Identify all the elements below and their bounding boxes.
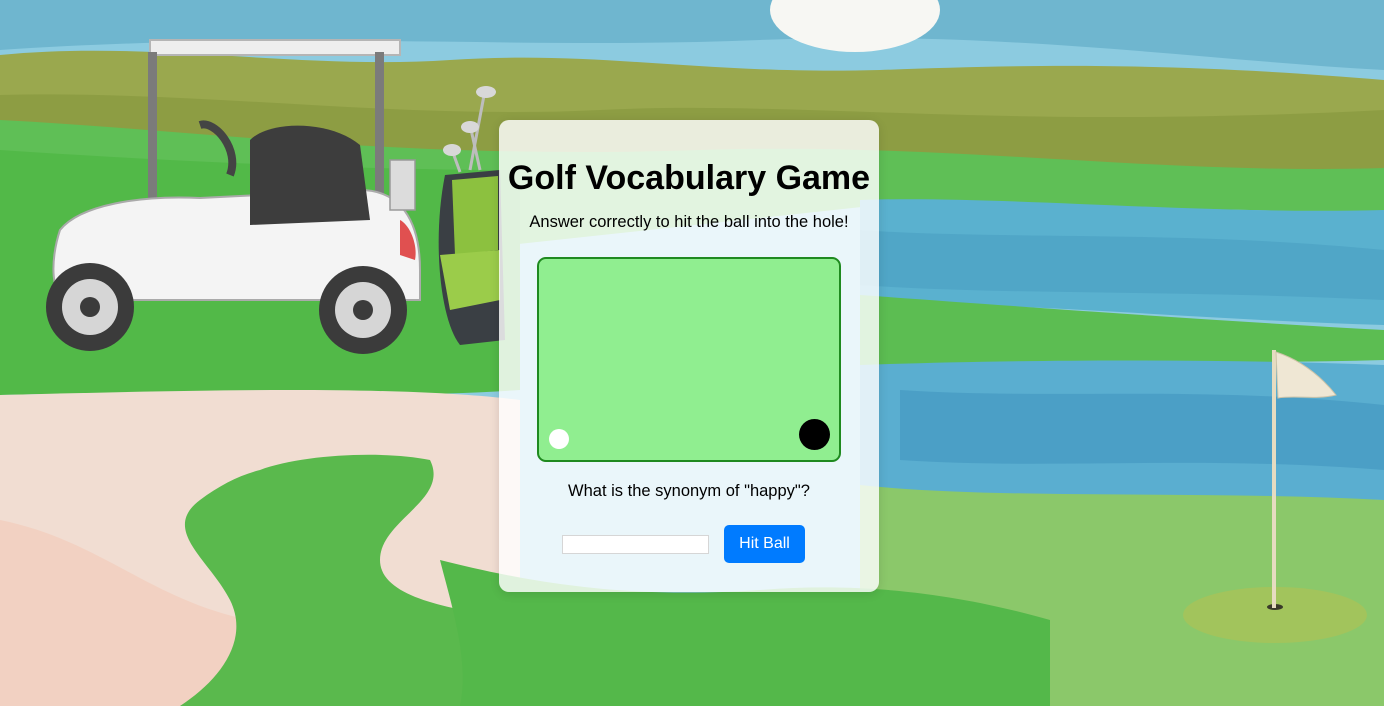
game-title: Golf Vocabulary Game [507,159,871,197]
answer-input[interactable] [562,535,709,554]
game-scene: Golf Vocabulary Game Answer correctly to… [0,0,1384,706]
game-container: Golf Vocabulary Game Answer correctly to… [499,120,879,592]
game-instructions: Answer correctly to hit the ball into th… [529,213,849,231]
golf-ball [549,429,569,449]
hit-ball-button[interactable]: Hit Ball [724,525,805,563]
question-text: What is the synonym of "happy"? [568,482,810,500]
golf-hole [799,419,830,450]
golf-course-area [537,257,841,462]
